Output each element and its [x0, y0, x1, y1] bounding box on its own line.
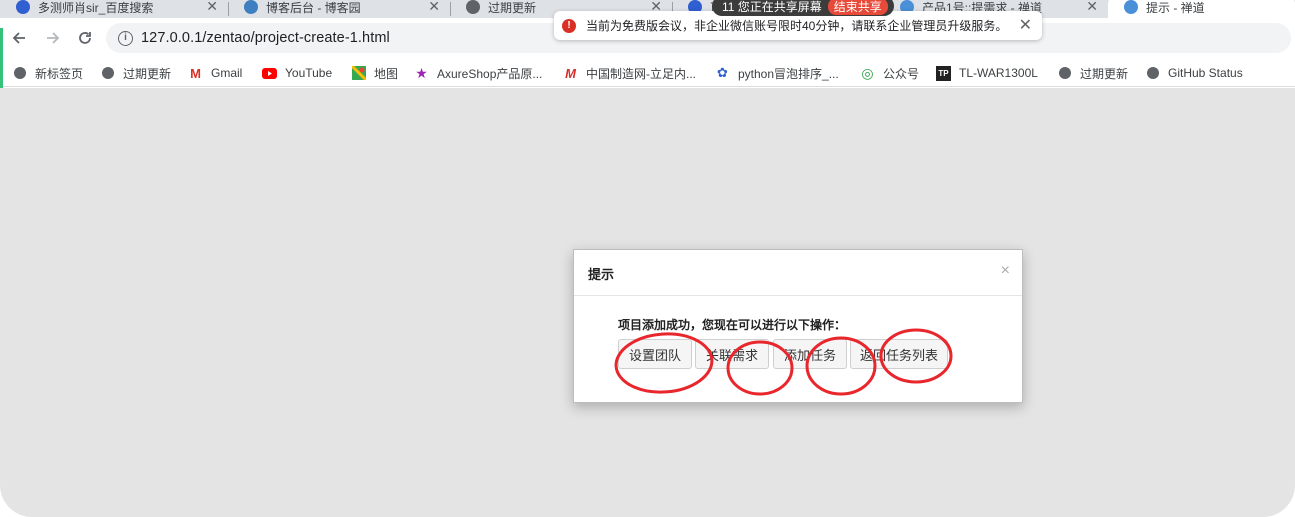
- bookmark-item[interactable]: 新标签页: [12, 63, 83, 83]
- success-dialog: 提示 × 项目添加成功，您现在可以进行以下操作： 设置团队 关联需求 添加任务 …: [573, 249, 1023, 403]
- bookmark-item[interactable]: GitHub Status: [1145, 63, 1243, 83]
- dialog-title: 提示: [588, 267, 615, 282]
- bookmark-label: python冒泡排序_...: [738, 66, 839, 81]
- tab-0[interactable]: 多测师肖sir_百度搜索 ✕: [0, 0, 228, 18]
- bookmark-item[interactable]: ◎ 公众号: [860, 63, 919, 83]
- tab-title: 过期更新: [488, 0, 537, 15]
- forward-button[interactable]: [42, 27, 64, 49]
- globe-icon: [100, 66, 115, 81]
- dialog-header: 提示 ×: [574, 250, 1022, 296]
- bookmark-label: Gmail: [211, 66, 243, 80]
- bookmark-label: 地图: [374, 66, 399, 81]
- set-team-button[interactable]: 设置团队: [618, 339, 692, 369]
- bookmark-item[interactable]: M 中国制造网-立足内...: [563, 63, 696, 83]
- wechat-icon: ◎: [861, 64, 874, 81]
- back-button[interactable]: [8, 27, 30, 49]
- zentao-icon: [1124, 0, 1138, 14]
- cnblogs-icon: [244, 0, 258, 14]
- bookmark-label: 新标签页: [35, 66, 84, 81]
- gmail-icon: M: [190, 65, 201, 81]
- bookmark-label: TL-WAR1300L: [959, 66, 1038, 80]
- baidu-icon: [16, 0, 30, 14]
- bookmark-item[interactable]: ✿ python冒泡排序_...: [715, 63, 839, 83]
- bookmark-item[interactable]: M Gmail: [188, 63, 242, 83]
- tab-1[interactable]: 博客后台 - 博客园 ✕: [228, 0, 450, 18]
- bookmark-label: 过期更新: [1080, 66, 1129, 81]
- screen-share-chip: 11 您正在共享屏幕 结束共享: [712, 0, 894, 16]
- tab-title: 多测师肖sir_百度搜索: [38, 0, 154, 15]
- close-icon[interactable]: ✕: [1019, 15, 1032, 35]
- bookmark-item[interactable]: ★ AxureShop产品原...: [414, 63, 542, 83]
- close-icon[interactable]: ✕: [206, 0, 218, 15]
- reload-button[interactable]: [74, 27, 96, 49]
- reload-icon: [79, 32, 91, 44]
- globe-icon: [12, 66, 27, 81]
- end-share-button[interactable]: 结束共享: [827, 0, 888, 15]
- baidu-icon: ✿: [717, 65, 728, 80]
- youtube-icon: [262, 66, 277, 81]
- bookmark-label: 公众号: [883, 66, 920, 81]
- bookmark-item[interactable]: 过期更新: [100, 63, 171, 83]
- bookmark-label: AxureShop产品原...: [437, 66, 543, 81]
- maps-icon: [351, 66, 366, 81]
- close-icon[interactable]: ✕: [428, 0, 440, 15]
- axure-icon: ★: [415, 64, 428, 81]
- url-text: 127.0.0.1/zentao/project-create-1.html: [141, 30, 390, 46]
- tplink-icon: TP: [936, 65, 951, 81]
- globe-icon: [1145, 66, 1160, 81]
- close-icon[interactable]: ✕: [1086, 0, 1098, 15]
- back-arrow-icon: [12, 32, 25, 44]
- bookmark-label: YouTube: [285, 66, 333, 80]
- alert-icon: !: [562, 18, 576, 33]
- bookmark-item[interactable]: TP TL-WAR1300L: [936, 63, 1038, 83]
- bookmark-label: GitHub Status: [1168, 66, 1243, 80]
- forward-arrow-icon: [47, 32, 60, 44]
- add-task-button[interactable]: 添加任务: [773, 339, 847, 369]
- return-task-list-button[interactable]: 返回任务列表: [850, 339, 948, 369]
- link-story-button[interactable]: 关联需求: [695, 339, 769, 369]
- bookmark-item[interactable]: 过期更新: [1057, 63, 1128, 83]
- bookmark-label: 过期更新: [123, 66, 172, 81]
- close-icon[interactable]: ×: [1001, 262, 1010, 280]
- globe-icon: [466, 0, 480, 14]
- bookmark-item[interactable]: YouTube: [262, 63, 332, 83]
- page-content: 提示 × 项目添加成功，您现在可以进行以下操作： 设置团队 关联需求 添加任务 …: [0, 88, 1295, 517]
- notice-text: 当前为免费版会议，非企业微信账号限时40分钟，请联系企业管理员升级服务。: [586, 19, 1008, 33]
- dialog-message: 项目添加成功，您现在可以进行以下操作：: [618, 318, 847, 332]
- bookmark-label: 中国制造网-立足内...: [586, 66, 696, 81]
- screen-share-text: 11 您正在共享屏幕: [722, 0, 822, 14]
- tab-5-active[interactable]: 提示 - 禅道: [1108, 0, 1295, 18]
- globe-icon: [1057, 66, 1072, 81]
- tab-title: 提示 - 禅道: [1146, 0, 1205, 15]
- bookmarks-bar: 新标签页 过期更新 M Gmail YouTube 地图 ★ AxureShop…: [0, 58, 1295, 87]
- tab-title: 博客后台 - 博客园: [266, 0, 361, 15]
- bookmark-item[interactable]: 地图: [351, 63, 398, 83]
- made-in-china-icon: M: [565, 65, 576, 81]
- site-info-icon[interactable]: i: [118, 30, 133, 46]
